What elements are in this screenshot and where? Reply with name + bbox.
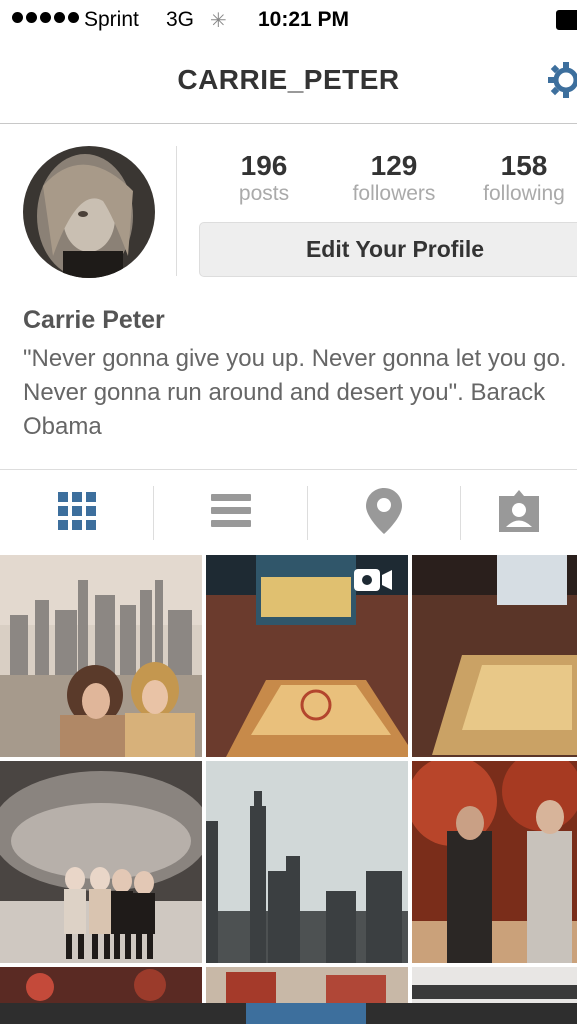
video-thumbnail[interactable] xyxy=(206,555,408,757)
profile-divider xyxy=(176,146,177,276)
posts-stat[interactable]: 196 posts xyxy=(204,150,324,206)
gear-icon[interactable] xyxy=(544,58,577,107)
page-title: CARRIE_PETER xyxy=(177,64,400,95)
top-nav-bar: CARRIE_PETER xyxy=(0,40,577,124)
photo-thumbnail[interactable] xyxy=(206,761,408,963)
network-label: 3G xyxy=(166,8,195,31)
following-stat[interactable]: 158 following xyxy=(464,150,577,206)
location-pin-icon xyxy=(366,487,402,539)
status-bar: Sprint 3G ✳ 10:21 PM xyxy=(0,0,577,40)
grid-icon xyxy=(57,491,96,535)
posts-label: posts xyxy=(238,182,290,205)
tab-map[interactable] xyxy=(308,470,460,556)
followers-label: followers xyxy=(352,182,436,205)
followers-stat[interactable]: 129 followers xyxy=(334,150,454,206)
tab-grid[interactable] xyxy=(0,470,153,556)
bottom-tab-bar xyxy=(0,1003,577,1024)
profile-bio: "Never gonna give you up. Never gonna le… xyxy=(23,345,567,440)
tab-profile-active[interactable] xyxy=(246,1003,366,1024)
edit-profile-button[interactable]: Edit Your Profile xyxy=(199,222,577,277)
photo-thumbnail[interactable] xyxy=(0,761,202,963)
following-count: 158 xyxy=(500,150,548,181)
tab-list[interactable] xyxy=(154,470,307,556)
avatar[interactable] xyxy=(23,146,155,278)
posts-count: 196 xyxy=(240,150,288,181)
activity-spinner-icon: ✳ xyxy=(210,10,227,32)
photo-thumbnail[interactable] xyxy=(206,967,408,1005)
photo-thumbnail[interactable] xyxy=(412,555,577,757)
photo-thumbnail[interactable] xyxy=(412,761,577,963)
signal-strength-icon xyxy=(12,12,79,23)
clock: 10:21 PM xyxy=(258,8,350,31)
profile-name: Carrie Peter xyxy=(23,306,165,334)
carrier-label: Sprint xyxy=(84,8,139,31)
battery-icon xyxy=(556,10,577,30)
photo-thumbnail[interactable] xyxy=(0,555,202,757)
tab-tagged[interactable] xyxy=(461,470,577,556)
followers-count: 129 xyxy=(370,150,418,181)
view-tabs xyxy=(0,469,577,556)
list-icon xyxy=(210,493,251,533)
photo-thumbnail[interactable] xyxy=(412,967,577,1005)
photo-thumbnail[interactable] xyxy=(0,967,202,1005)
photo-grid xyxy=(0,555,577,1005)
following-label: following xyxy=(483,182,565,205)
tagged-person-icon xyxy=(496,489,542,537)
